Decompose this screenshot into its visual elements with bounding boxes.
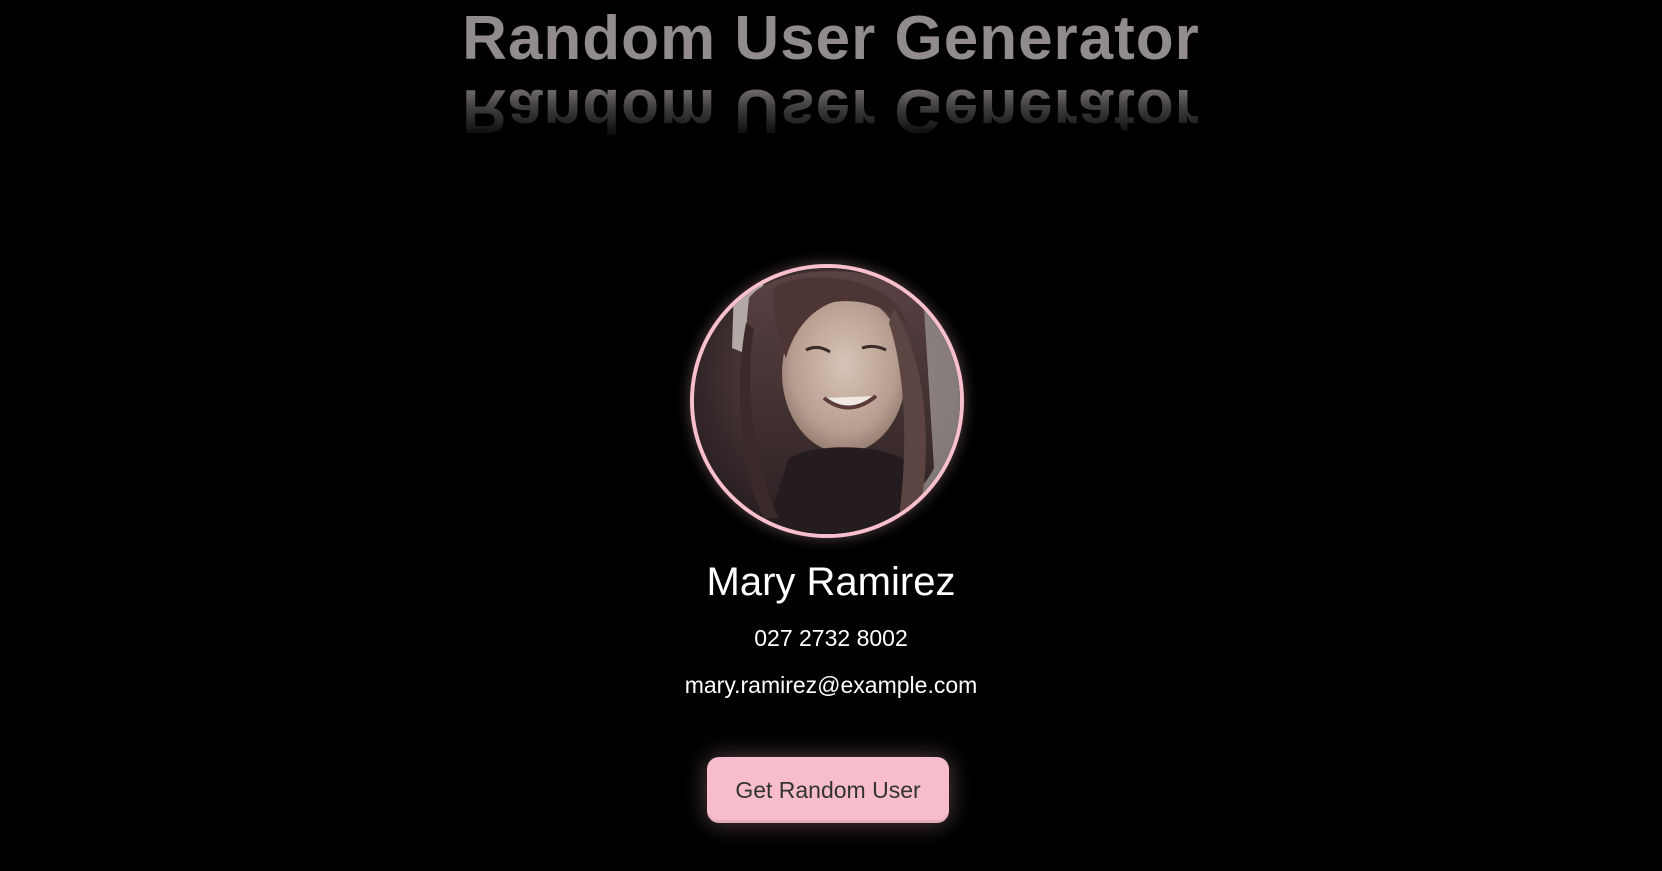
page-title: Random User Generator (462, 4, 1200, 73)
user-portrait-image (694, 268, 960, 534)
user-email: mary.ramirez@example.com (684, 672, 978, 698)
page-title-reflection: Random User Generator (0, 76, 1662, 145)
get-random-user-button[interactable]: Get Random User (707, 757, 949, 823)
user-phone: 027 2732 8002 (754, 625, 908, 651)
avatar-frame (690, 264, 964, 538)
avatar (694, 268, 960, 534)
page-root: Random User Generator Random User Genera… (0, 0, 1662, 871)
user-name: Mary Ramirez (706, 560, 956, 604)
